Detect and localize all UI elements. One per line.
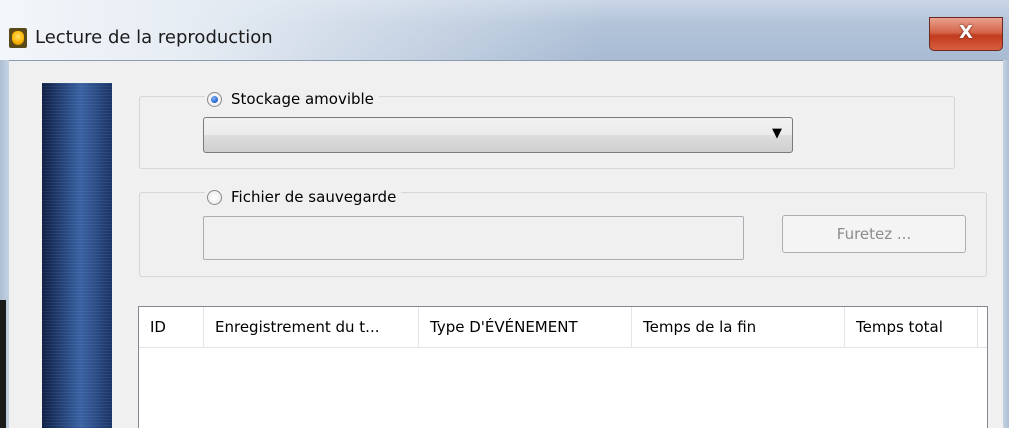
- close-icon: X: [959, 22, 973, 43]
- removable-storage-dropdown[interactable]: ▼: [203, 117, 793, 153]
- removable-storage-option[interactable]: Stockage amovible: [205, 88, 379, 110]
- dropdown-arrow-icon: ▼: [772, 126, 782, 141]
- removable-storage-label: Stockage amovible: [231, 90, 374, 108]
- column-header-end-time[interactable]: Temps de la fin: [632, 307, 844, 347]
- backup-file-option[interactable]: Fichier de sauvegarde: [205, 186, 402, 208]
- column-header-recording[interactable]: Enregistrement du t...: [204, 307, 418, 347]
- event-list-header: ID Enregistrement du t... Type D'ÉVÉNEME…: [139, 307, 987, 348]
- backup-file-label: Fichier de sauvegarde: [231, 188, 397, 206]
- window-frame-right: [1003, 60, 1009, 428]
- window-title: Lecture de la reproduction: [35, 27, 273, 48]
- side-banner-image: [42, 83, 112, 428]
- removable-storage-radio[interactable]: [207, 91, 222, 107]
- app-shield-icon: [9, 28, 27, 48]
- event-list[interactable]: ID Enregistrement du t... Type D'ÉVÉNEME…: [138, 306, 988, 428]
- column-header-total-time[interactable]: Temps total: [845, 307, 977, 347]
- column-header-event-type[interactable]: Type D'ÉVÉNEMENT: [419, 307, 631, 347]
- close-button[interactable]: X: [929, 17, 1003, 51]
- column-header-id[interactable]: ID: [139, 307, 203, 347]
- browse-button[interactable]: Furetez ...: [782, 215, 966, 253]
- title-bar[interactable]: Lecture de la reproduction X: [0, 0, 1009, 60]
- playback-window: Lecture de la reproduction X Stockage am…: [0, 0, 1009, 428]
- backup-file-path-field[interactable]: [203, 216, 744, 260]
- backup-file-radio[interactable]: [207, 189, 222, 205]
